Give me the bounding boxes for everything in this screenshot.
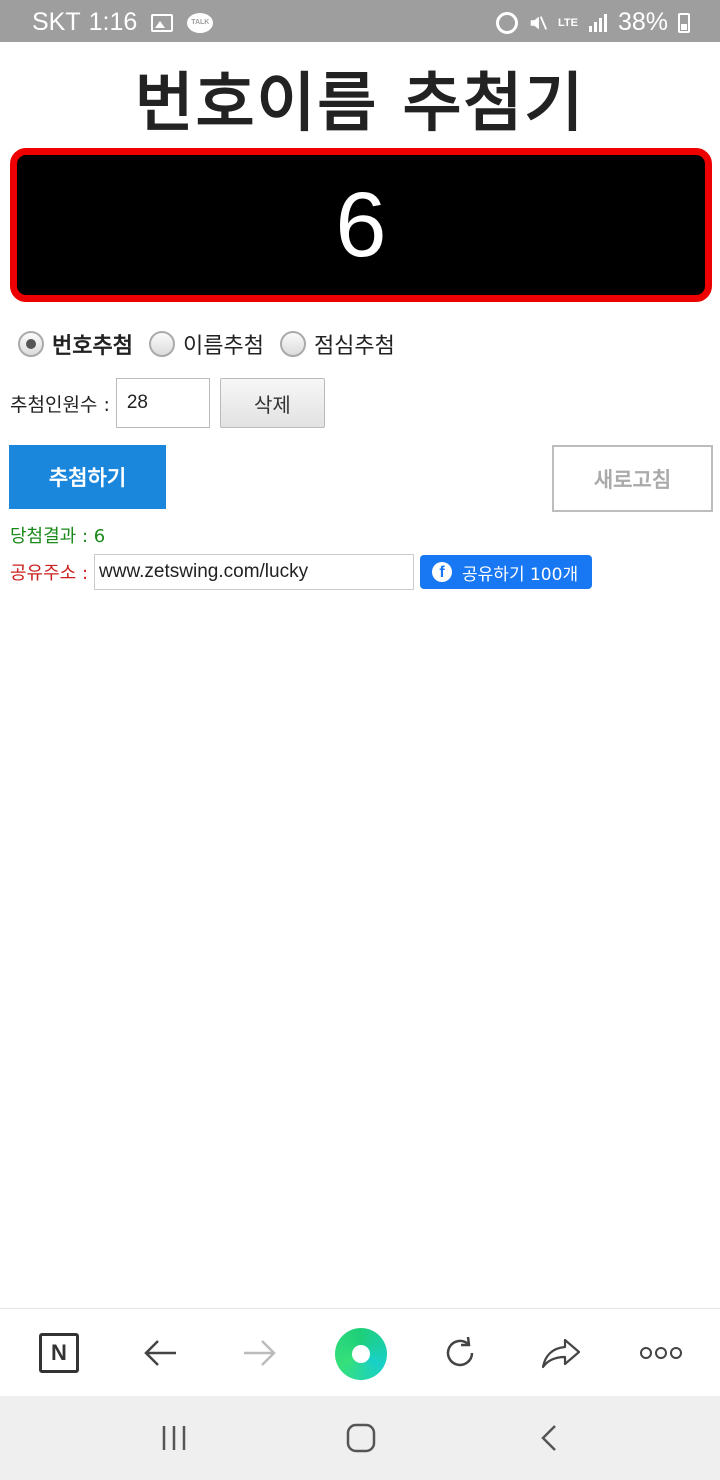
radio-label: 이름추첨: [182, 334, 264, 359]
battery-percent: 38%: [617, 8, 668, 36]
radio-button[interactable]: [279, 331, 306, 357]
back-arrow-icon: [144, 1340, 176, 1366]
browser-toolbar: N: [0, 1308, 720, 1396]
alarm-icon: [495, 11, 518, 34]
radio-button[interactable]: [148, 331, 175, 357]
android-nav-bar: [0, 1396, 720, 1480]
delete-button[interactable]: 삭제: [219, 378, 325, 428]
reload-icon: [446, 1336, 474, 1367]
facebook-share-label: 공유하기 100개: [462, 564, 579, 585]
radio-name-draw[interactable]: 이름추첨: [148, 328, 264, 360]
home-button[interactable]: [337, 1416, 385, 1460]
mode-radio-group: 번호추첨 이름추첨 점심추첨: [18, 328, 411, 360]
share-button[interactable]: [537, 1329, 585, 1377]
page-title: 번호이름 추첨기: [134, 67, 586, 141]
radio-label: 점심추첨: [313, 334, 395, 359]
draw-button[interactable]: 추첨하기: [9, 445, 166, 509]
forward-arrow-icon: [244, 1340, 276, 1366]
more-button[interactable]: [637, 1329, 685, 1377]
back-nav-button[interactable]: [525, 1416, 573, 1460]
count-label: 추첨인원수 :: [10, 393, 110, 416]
home-icon: [346, 1423, 376, 1453]
share-icon: [541, 1338, 581, 1369]
green-home-button[interactable]: [334, 1327, 388, 1381]
count-row: 추첨인원수 : 삭제: [10, 378, 325, 428]
status-left: SKT 1:16 TALK: [32, 8, 214, 37]
share-label: 공유주소 :: [10, 563, 89, 584]
back-icon: [541, 1425, 556, 1451]
forward-button[interactable]: [236, 1329, 284, 1377]
naver-button[interactable]: N: [35, 1329, 83, 1377]
status-bar: SKT 1:16 TALK LTE 38%: [0, 0, 720, 42]
result-display: 6: [10, 148, 712, 302]
draw-result-text: 당첨결과 : 6: [10, 526, 106, 547]
carrier-label: SKT: [32, 8, 81, 36]
green-dot-home-icon: [335, 1328, 387, 1380]
radio-label: 번호추첨: [52, 334, 133, 359]
reload-button[interactable]: [436, 1329, 484, 1377]
radio-lunch-draw[interactable]: 점심추첨: [279, 328, 395, 360]
recent-apps-button[interactable]: [150, 1416, 198, 1460]
signal-icon: [588, 13, 607, 32]
radio-button-checked[interactable]: [18, 331, 44, 357]
count-input[interactable]: [115, 378, 210, 428]
status-right: LTE 38%: [495, 8, 690, 37]
battery-icon: [678, 12, 690, 33]
image-icon: [151, 13, 174, 32]
mute-icon: [530, 15, 548, 30]
radio-number-draw[interactable]: 번호추첨: [18, 328, 133, 360]
facebook-share-button[interactable]: f 공유하기 100개: [420, 555, 593, 589]
talk-icon: TALK: [187, 12, 214, 33]
facebook-icon: f: [432, 562, 453, 582]
recent-apps-icon: [162, 1426, 186, 1450]
share-row: 공유주소 : f 공유하기 100개: [10, 554, 593, 590]
back-button[interactable]: [136, 1329, 184, 1377]
lte-icon: LTE: [557, 16, 578, 29]
share-url-input[interactable]: [94, 554, 415, 590]
more-icon: [640, 1347, 682, 1359]
naver-icon: N: [39, 1333, 79, 1373]
refresh-button[interactable]: 새로고침: [552, 445, 713, 512]
clock-label: 1:16: [88, 8, 138, 36]
